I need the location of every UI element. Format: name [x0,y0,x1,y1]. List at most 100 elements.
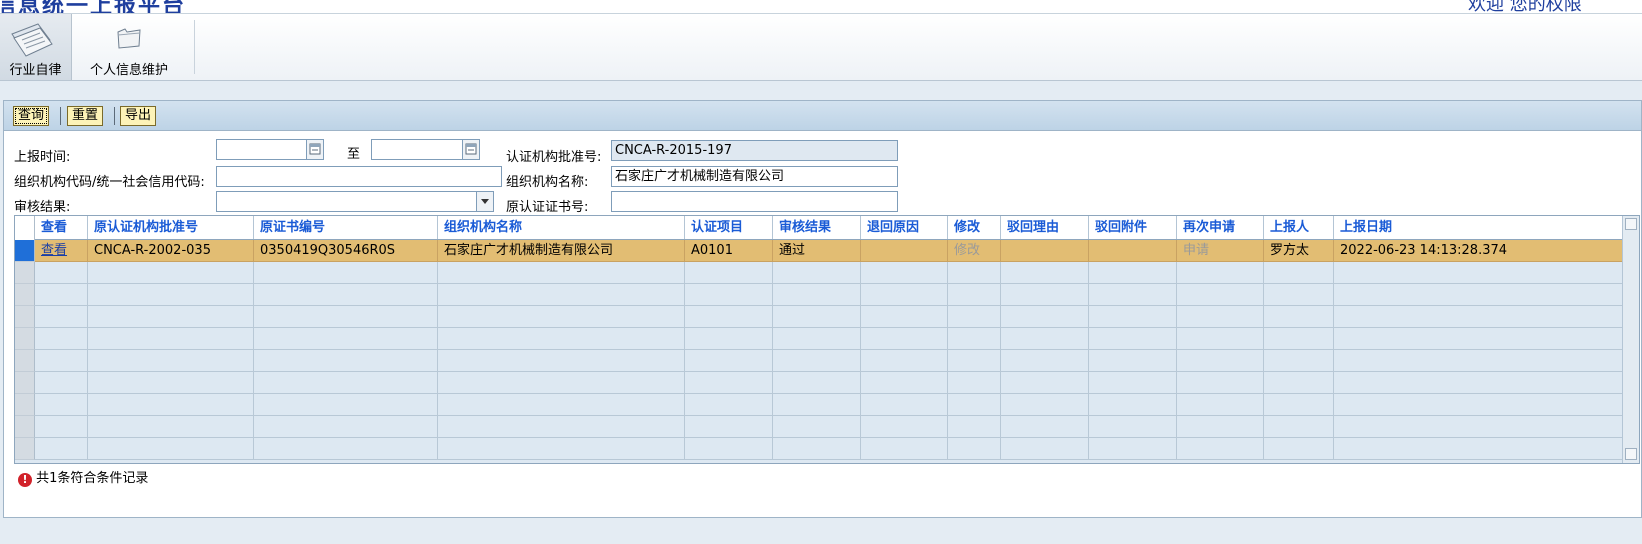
empty-cell [88,306,254,328]
orig-cert-input[interactable] [611,191,898,212]
scroll-down-icon[interactable] [1625,448,1637,460]
reset-button[interactable]: 重置 [67,106,104,126]
empty-cell [438,416,685,438]
app-title: 信息统一上报平台 [0,0,187,14]
export-button[interactable]: 导出 [120,106,157,126]
col-header[interactable]: 查看 [35,216,88,239]
empty-cell [861,306,948,328]
empty-cell [948,328,1001,350]
empty-cell [861,328,948,350]
col-header[interactable]: 驳回附件 [1089,216,1177,239]
status-text: 共1条符合条件记录 [36,471,149,486]
empty-cell [1001,372,1089,394]
table-row[interactable]: 查看 CNCA-R-2002-035 0350419Q30546R0S 石家庄广… [15,240,1623,262]
empty-cell [1177,262,1264,284]
col-header[interactable]: 原证书编号 [254,216,438,239]
empty-cell [1177,438,1264,460]
cert-body-label: 认证机构批准号: [506,150,602,165]
empty-cell [1001,350,1089,372]
empty-cell [861,284,948,306]
row-selector[interactable] [15,438,35,460]
empty-cell [1177,394,1264,416]
empty-cell [685,306,773,328]
row-selector[interactable] [15,394,35,416]
empty-cell [438,438,685,460]
row-selector[interactable] [15,416,35,438]
empty-cell [1001,394,1089,416]
empty-cell [35,394,88,416]
date-from-input[interactable] [216,139,324,160]
row-selector[interactable] [15,372,35,394]
documents-icon [11,23,53,57]
reapply-link-disabled: 申请 [1177,240,1264,262]
table-cell: 0350419Q30546R0S [254,240,438,262]
empty-cell [1089,394,1177,416]
col-header[interactable]: 上报日期 [1334,216,1623,239]
date-to-input[interactable] [371,139,480,160]
empty-cell [1334,394,1623,416]
empty-cell [773,306,861,328]
empty-cell [1264,306,1334,328]
empty-table-row [15,350,1623,372]
warning-icon: ! [18,473,32,487]
org-code-input[interactable] [216,166,502,187]
empty-cell [35,262,88,284]
row-selector[interactable] [15,306,35,328]
empty-cell [438,372,685,394]
empty-cell [1089,262,1177,284]
col-header[interactable]: 退回原因 [861,216,948,239]
empty-cell [1001,262,1089,284]
scroll-up-icon[interactable] [1625,218,1637,230]
tool-personal-info[interactable]: 个人信息维护 [84,14,174,80]
empty-cell [254,416,438,438]
row-selector[interactable] [15,350,35,372]
col-header[interactable]: 原认证机构批准号 [88,216,254,239]
col-header[interactable]: 修改 [948,216,1001,239]
toolbar-divider [194,20,195,74]
empty-cell [1264,394,1334,416]
empty-cell [438,328,685,350]
empty-cell [1334,328,1623,350]
empty-cell [1334,350,1623,372]
empty-cell [1001,328,1089,350]
empty-cell [773,416,861,438]
empty-cell [773,284,861,306]
user-info: 欢迎 您的权限 [1468,0,1582,14]
empty-cell [1177,372,1264,394]
empty-table-row [15,262,1623,284]
empty-cell [685,284,773,306]
col-header[interactable]: 组织机构名称 [438,216,685,239]
chevron-down-icon[interactable] [476,192,493,211]
empty-cell [861,350,948,372]
col-header[interactable]: 驳回理由 [1001,216,1089,239]
calendar-icon[interactable] [306,140,323,159]
table-cell [1001,240,1089,262]
col-header[interactable]: 上报人 [1264,216,1334,239]
col-header[interactable]: 认证项目 [685,216,773,239]
row-selector[interactable] [15,262,35,284]
empty-cell [438,350,685,372]
tool-industry-discipline[interactable]: 行业自律 [0,14,72,80]
table-cell [1089,240,1177,262]
row-selector[interactable] [15,240,35,262]
empty-cell [1264,350,1334,372]
empty-cell [1001,306,1089,328]
row-selector[interactable] [15,328,35,350]
vertical-scrollbar[interactable] [1622,216,1639,463]
col-header[interactable]: 再次申请 [1177,216,1264,239]
to-label: 至 [347,147,361,162]
empty-cell [685,394,773,416]
view-link[interactable]: 查看 [35,240,88,262]
empty-cell [1089,372,1177,394]
query-panel: 查询 重置 导出 上报时间: 至 认证机构批准号: CNCA-R-2015-19… [3,100,1642,518]
edit-link-disabled: 修改 [948,240,1001,262]
results-table: 查看 原认证机构批准号 原证书编号 组织机构名称 认证项目 审核结果 退回原因 … [14,215,1640,464]
row-selector[interactable] [15,284,35,306]
col-header[interactable]: 审核结果 [773,216,861,239]
org-name-input[interactable]: 石家庄广才机械制造有限公司 [611,166,898,187]
empty-cell [1001,284,1089,306]
query-button[interactable]: 查询 [13,106,50,126]
review-result-select[interactable] [216,191,494,212]
calendar-icon[interactable] [462,140,479,159]
empty-cell [254,350,438,372]
